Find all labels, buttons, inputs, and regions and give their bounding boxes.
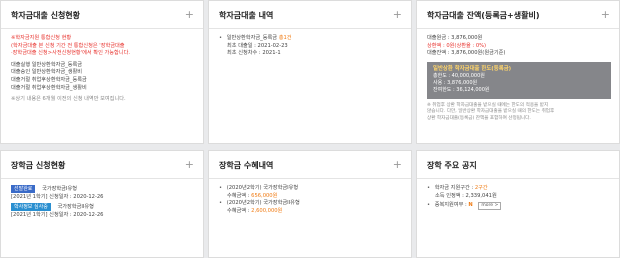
benefit-item[interactable]: (2020년2학기) 국가장학금I유형 bbox=[219, 185, 403, 193]
plus-icon[interactable]: + bbox=[393, 159, 402, 170]
status-badge: 학사정보 심사중 bbox=[11, 203, 51, 212]
panel-title: 학자금대출 잔액(등록금+생활비) bbox=[427, 11, 540, 20]
support-tier-label: 학자금 지원구간 : bbox=[434, 185, 475, 191]
divider bbox=[209, 28, 411, 29]
benefit-amount-label: 수혜금액 : bbox=[227, 192, 252, 199]
scholarship-benefit-panel: 장학금 수혜내역 + (2020년2학기) 국가장학금I유형 수혜금액 : 65… bbox=[208, 150, 412, 258]
loan-item-name: 일반상환학자금_등록금 bbox=[226, 35, 278, 41]
limit-note-3: 상환 학자금대출(등록금) 잔액을 포함하여 산정됩니다. bbox=[427, 115, 531, 121]
benefit-amount: 2,600,000원 bbox=[251, 207, 283, 214]
panel-body: 일반상환학자금_등록금 총1건 최초 대출일 : 2021-02-23 최초 신… bbox=[219, 35, 403, 58]
loan-history-panel: 학자금대출 내역 + 일반상환학자금_등록금 총1건 최초 대출일 : 2021… bbox=[208, 0, 412, 144]
panel-body: (2020년2학기) 국가장학금I유형 수혜금액 : 656,000원 (202… bbox=[219, 185, 403, 215]
panel-title: 학자금대출 내역 bbox=[219, 11, 274, 20]
loan-balance-panel: 학자금대출 잔액(등록금+생활비) + 대출원금 : 3,876,000원 상환… bbox=[416, 0, 620, 144]
benefit-term: (2020년2학기) bbox=[226, 200, 262, 207]
benefit-amount: 656,000원 bbox=[251, 192, 278, 199]
scholarship-row[interactable]: 선발완료 국가장학금I유형 bbox=[11, 185, 195, 194]
benefit-name: 국가장학금I유형 bbox=[263, 185, 299, 191]
divider bbox=[1, 28, 203, 29]
plus-icon[interactable]: + bbox=[393, 9, 402, 20]
scholarship-name: 국가장학금II유형 bbox=[57, 204, 94, 211]
benefit-name: 국가장학금II유형 bbox=[263, 200, 300, 207]
panel-title: 학자금대출 신청현황 bbox=[11, 11, 81, 20]
limit-box-header: 일반상환 학자금대출 한도(등록금) bbox=[433, 65, 512, 72]
scholarship-detail: [2021년 1학기] 신청일자 : 2020-12-26 bbox=[11, 193, 104, 200]
status-badge: 선발완료 bbox=[11, 185, 36, 193]
benefit-term: (2020년2학기) bbox=[226, 185, 262, 191]
loan-application-panel: 학자금대출 신청현황 + ※학자금지원 통합신청 현황 (학자금대출 본 신청 … bbox=[0, 0, 204, 144]
panel-body: 대출원금 : 3,876,000원 상환액 : 0원(상환율 : 0%) 대출잔… bbox=[427, 35, 611, 122]
scholarship-detail: [2021년 1학기] 신청일자 : 2020-12-26 bbox=[11, 211, 104, 218]
support-tier-value: 2구간 bbox=[474, 185, 488, 191]
benefit-amount-label: 수혜금액 : bbox=[227, 207, 252, 214]
panel-title: 장학 주요 공지 bbox=[427, 161, 477, 170]
notice-line: ※학자금지원 통합신청 현황 bbox=[11, 35, 72, 41]
support-tier: 학자금 지원구간 : 2구간 bbox=[427, 185, 611, 193]
duplicate-support-value: N bbox=[468, 202, 473, 209]
application-item: 대출거절 취업후상환학자금_등록금 bbox=[11, 76, 87, 83]
application-item: 대출승인 일반상환학자금_생활비 bbox=[11, 69, 83, 76]
notice-link[interactable]: ·장학금대출 신청>사전신청현황'에서 확인 가능합니다. bbox=[11, 50, 195, 58]
divider bbox=[417, 28, 619, 29]
balance-amount: 대출잔액 : 3,876,000원(원금기준) bbox=[427, 50, 506, 57]
loan-amount: 대출원금 : 3,876,000원 bbox=[427, 35, 483, 41]
divider bbox=[417, 178, 619, 179]
limit-note-2: 않습니다. 다만, 일반상환 학자금대출을 받으실 때의 한도는 취업후 bbox=[427, 109, 555, 115]
more-button[interactable]: more > bbox=[478, 202, 502, 211]
dashboard-grid: 학자금대출 신청현황 + ※학자금지원 통합신청 현황 (학자금대출 본 신청 … bbox=[0, 0, 620, 258]
panel-body: ※학자금지원 통합신청 현황 (학자금대출 본 신청 기간 전 통합신청은 '장… bbox=[11, 35, 195, 104]
duplicate-support: 중복지원여부 : N more > bbox=[427, 202, 611, 211]
application-item: 대출거절 취업후상환학자금_생활비 bbox=[11, 84, 87, 91]
scholarship-name: 국가장학금I유형 bbox=[42, 186, 77, 192]
plus-icon[interactable]: + bbox=[185, 159, 194, 170]
limit-box: 일반상환 학자금대출 한도(등록금) 총한도 : 40,000,000원 사용 … bbox=[427, 61, 611, 99]
panel-body: 학자금 지원구간 : 2구간 소득 인정액 : 2,339,041원 중복지원여… bbox=[427, 185, 611, 211]
panel-title: 장학금 수혜내역 bbox=[219, 161, 274, 170]
footnote: ※상기 내용은 6개월 이전의 신청 내역만 보여집니다. bbox=[11, 96, 126, 103]
benefit-amount-line: 수혜금액 : 2,600,000원 bbox=[219, 208, 403, 216]
scholarship-application-panel: 장학금 신청현황 + 선발완료 국가장학금I유형 [2021년 1학기] 신청일… bbox=[0, 150, 204, 258]
divider bbox=[1, 178, 203, 179]
plus-icon[interactable]: + bbox=[601, 9, 610, 20]
panel-title: 장학금 신청현황 bbox=[11, 161, 66, 170]
loan-apply-term: 최초 신청차수 : 2021-1 bbox=[227, 50, 281, 57]
panel-body: 선발완료 국가장학금I유형 [2021년 1학기] 신청일자 : 2020-12… bbox=[11, 185, 195, 219]
benefit-item[interactable]: (2020년2학기) 국가장학금II유형 bbox=[219, 200, 403, 208]
loan-item[interactable]: 일반상환학자금_등록금 총1건 bbox=[219, 35, 403, 43]
plus-icon[interactable]: + bbox=[185, 9, 194, 20]
divider bbox=[209, 178, 411, 179]
scholarship-notice-panel: 장학 주요 공지 학자금 지원구간 : 2구간 소득 인정액 : 2,339,0… bbox=[416, 150, 620, 258]
limit-remain: 잔여한도 : 36,124,000원 bbox=[433, 87, 490, 94]
scholarship-row[interactable]: 학사정보 심사중 국가장학금II유형 bbox=[11, 203, 195, 212]
income-amount: 소득 인정액 : 2,339,041원 bbox=[435, 192, 497, 199]
duplicate-support-label: 중복지원여부 : bbox=[434, 202, 469, 209]
loan-item-count: 총1건 bbox=[278, 35, 292, 41]
